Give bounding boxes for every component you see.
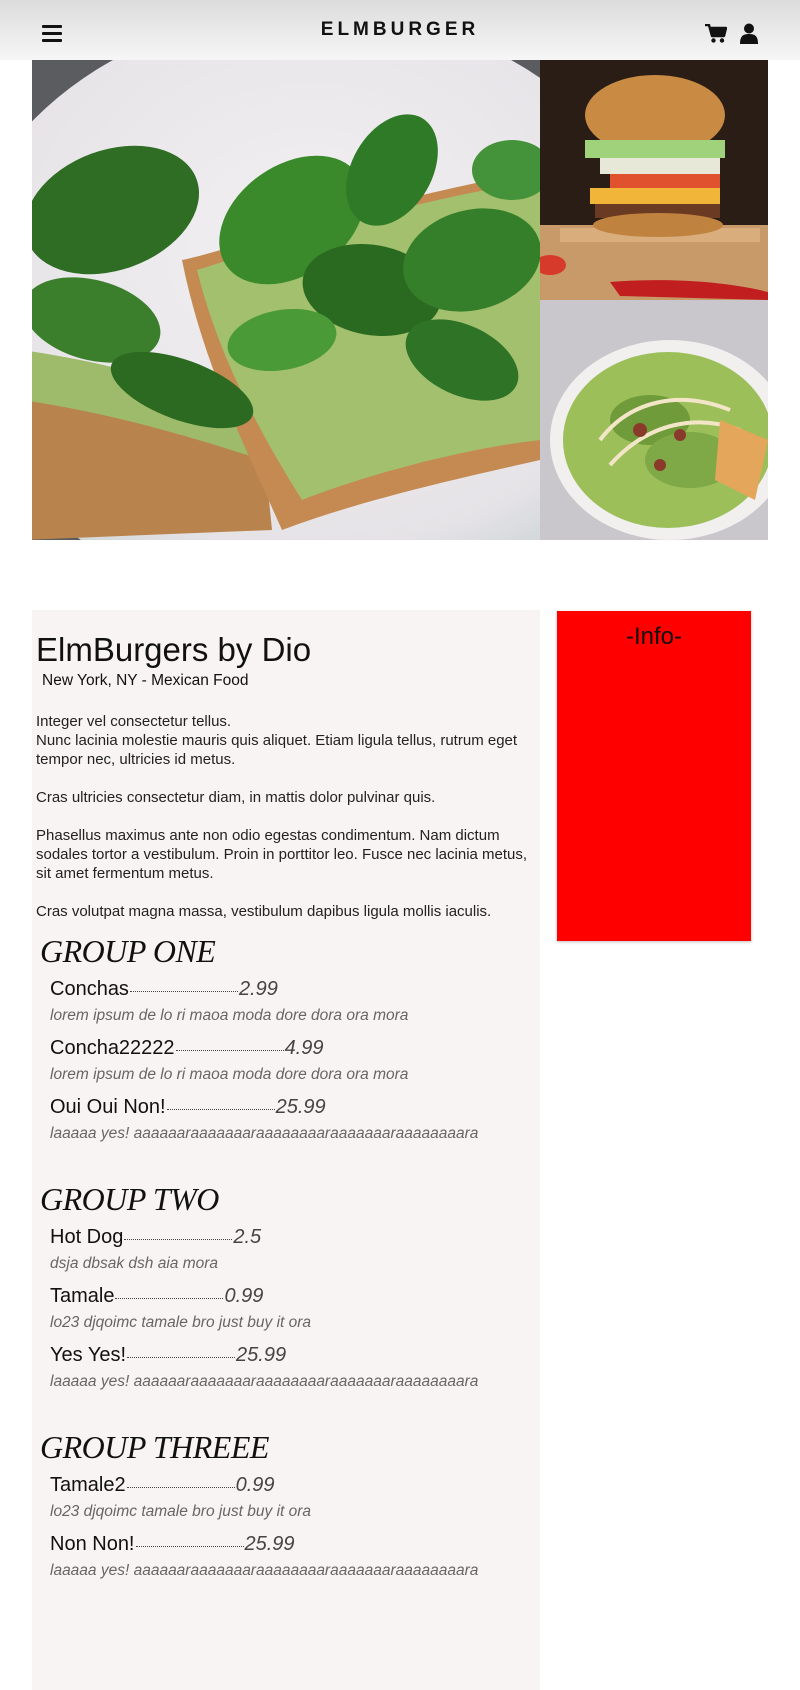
menu-item-price: 25.99 [244,1533,295,1556]
hero-gallery [32,60,768,540]
restaurant-content: ElmBurgers by Dio New York, NY - Mexican… [32,610,540,1690]
menu-item[interactable]: Hot Dog 2.5 dsja dbsak dsh aia mora [50,1226,536,1273]
dot-leader [124,1239,233,1241]
restaurant-intro: Integer vel consectetur tellus. Nunc lac… [36,712,536,921]
menu-group-title: GROUP TWO [40,1181,219,1218]
menu-item-name: Oui Oui Non! [50,1096,166,1119]
salad-photo [540,300,768,540]
menu-group: GROUP TWO Hot Dog 2.5 dsja dbsak dsh aia … [36,1181,536,1391]
menu-item-description: laaaaa yes! aaaaaaraaaaaaaraaaaaaaaraaaa… [50,1125,479,1143]
top-navbar: ELMBURGER [0,0,800,60]
menu-group-title: GROUP THREEE [40,1429,269,1466]
dot-leader [129,991,238,993]
menu-group: GROUP THREEE Tamale2 0.99 lo23 djqoimc ta… [36,1429,536,1580]
menu-group: GROUP ONE Conchas 2.99 lorem ipsum de lo … [36,933,536,1143]
menu-item-name: Tamale [50,1285,115,1308]
menu-item-description: lo23 djqoimc tamale bro just buy it ora [50,1314,312,1332]
menu-item-name: Hot Dog [50,1226,124,1249]
dot-leader [135,1546,244,1548]
dot-leader [127,1357,236,1359]
menu-item-price: 25.99 [275,1096,326,1119]
menu-item-name: Non Non! [50,1533,135,1556]
restaurant-name: ElmBurgers by Dio [36,631,312,668]
menu-item[interactable]: Non Non! 25.99 laaaaa yes! aaaaaaraaaaaaa… [50,1533,536,1580]
dot-leader [126,1487,235,1489]
menu-item-description: lorem ipsum de lo ri maoa moda dore dora… [50,1007,409,1025]
menu-item-name: Yes Yes! [50,1344,127,1367]
menu-item-price: 25.99 [236,1344,287,1367]
dot-leader [166,1109,275,1111]
info-panel: -Info- [557,611,751,941]
menu-item-description: lorem ipsum de lo ri maoa moda dore dora… [50,1066,409,1084]
menu-item[interactable]: Concha22222 4.99 lorem ipsum de lo ri mao… [50,1037,536,1084]
intro-paragraph: Integer vel consectetur tellus. Nunc lac… [36,713,518,769]
menu-item-description: lo23 djqoimc tamale bro just buy it ora [50,1503,312,1521]
menu-item-price: 0.99 [224,1285,264,1308]
cart-icon[interactable] [705,24,727,44]
menu-item-name: Conchas [50,978,129,1001]
info-title: -Info- [625,623,682,650]
menu-item-description: laaaaa yes! aaaaaaraaaaaaaraaaaaaaaraaaa… [50,1373,479,1391]
dot-leader [115,1298,224,1300]
menu-item[interactable]: Yes Yes! 25.99 laaaaa yes! aaaaaaraaaaaaa… [50,1344,536,1391]
menu-icon[interactable] [42,25,62,42]
menu-item-description: laaaaa yes! aaaaaaraaaaaaaraaaaaaaaraaaa… [50,1562,479,1580]
dot-leader [175,1050,284,1052]
menu-item[interactable]: Conchas 2.99 lorem ipsum de lo ri maoa mo… [50,978,536,1025]
menu-item-price: 2.5 [233,1226,262,1249]
avocado-toast-photo [32,60,540,540]
menu-group-title: GROUP ONE [40,933,216,970]
intro-paragraph: Phasellus maximus ante non odio egestas … [36,827,528,883]
intro-paragraph: Cras volutpat magna massa, vestibulum da… [36,903,492,921]
menu-item-price: 4.99 [284,1037,324,1060]
user-icon[interactable] [740,23,758,44]
menu-item-name: Concha22222 [50,1037,175,1060]
menu-item-description: dsja dbsak dsh aia mora [50,1255,219,1273]
burger-photo [540,60,768,300]
menu-item-name: Tamale2 [50,1474,126,1497]
menu-item[interactable]: Tamale2 0.99 lo23 djqoimc tamale bro just… [50,1474,536,1521]
brand-logo[interactable]: ELMBURGER [321,19,479,41]
menu-item[interactable]: Oui Oui Non! 25.99 laaaaa yes! aaaaaaraaa… [50,1096,536,1143]
intro-paragraph: Cras ultricies consectetur diam, in matt… [36,789,436,807]
menu-item-price: 2.99 [238,978,278,1001]
menu-item[interactable]: Tamale 0.99 lo23 djqoimc tamale bro just … [50,1285,536,1332]
menu-item-price: 0.99 [235,1474,275,1497]
restaurant-subtitle: New York, NY - Mexican Food [42,672,249,690]
